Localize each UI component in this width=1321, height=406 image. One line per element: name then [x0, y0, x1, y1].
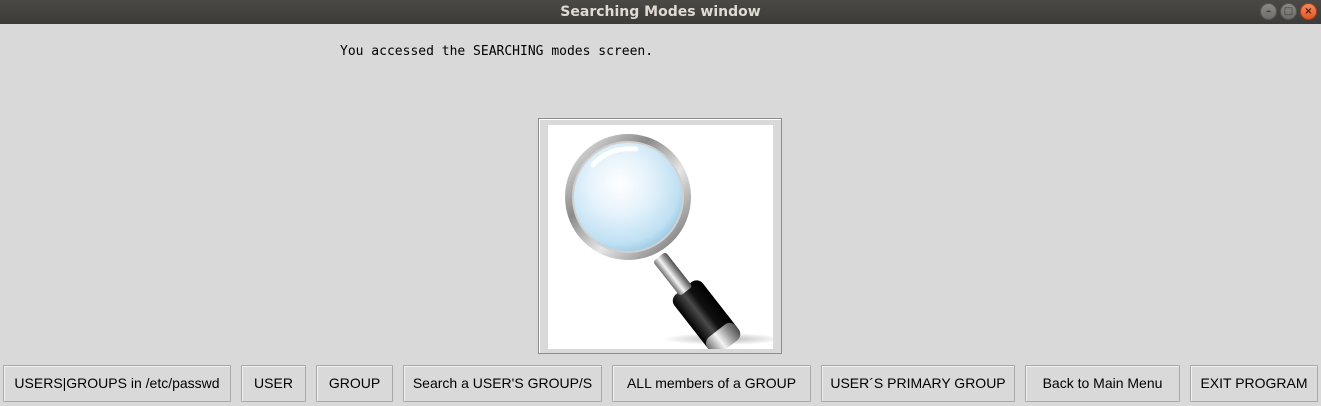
window-controls: – □ × [1260, 3, 1317, 20]
status-message: You accessed the SEARCHING modes screen. [340, 44, 654, 59]
minimize-icon: – [1266, 5, 1271, 17]
group-button[interactable]: GROUP [316, 365, 393, 402]
magnifying-glass-image [548, 125, 783, 355]
maximize-button[interactable]: □ [1280, 3, 1297, 20]
title-bar[interactable]: Searching Modes window – □ × [0, 0, 1321, 24]
user-primary-group-button[interactable]: USER´S PRIMARY GROUP [821, 365, 1015, 402]
minimize-button[interactable]: – [1260, 3, 1277, 20]
window-title: Searching Modes window [560, 4, 761, 20]
close-icon: × [1304, 5, 1313, 17]
back-to-main-menu-button[interactable]: Back to Main Menu [1025, 365, 1180, 402]
maximize-icon: □ [1283, 5, 1294, 17]
exit-program-button[interactable]: EXIT PROGRAM [1190, 365, 1318, 402]
magnifying-glass-icon [565, 134, 783, 355]
all-members-of-group-button[interactable]: ALL members of a GROUP [612, 365, 811, 402]
search-user-groups-button[interactable]: Search a USER'S GROUP/S [403, 365, 602, 402]
close-button[interactable]: × [1300, 3, 1317, 20]
searching-modes-window: Searching Modes window – □ × You accesse… [0, 0, 1321, 406]
users-groups-passwd-button[interactable]: USERS|GROUPS in /etc/passwd [3, 365, 231, 402]
user-button[interactable]: USER [241, 365, 306, 402]
button-bar: USERS|GROUPS in /etc/passwd USER GROUP S… [0, 362, 1321, 406]
image-frame [538, 118, 783, 355]
